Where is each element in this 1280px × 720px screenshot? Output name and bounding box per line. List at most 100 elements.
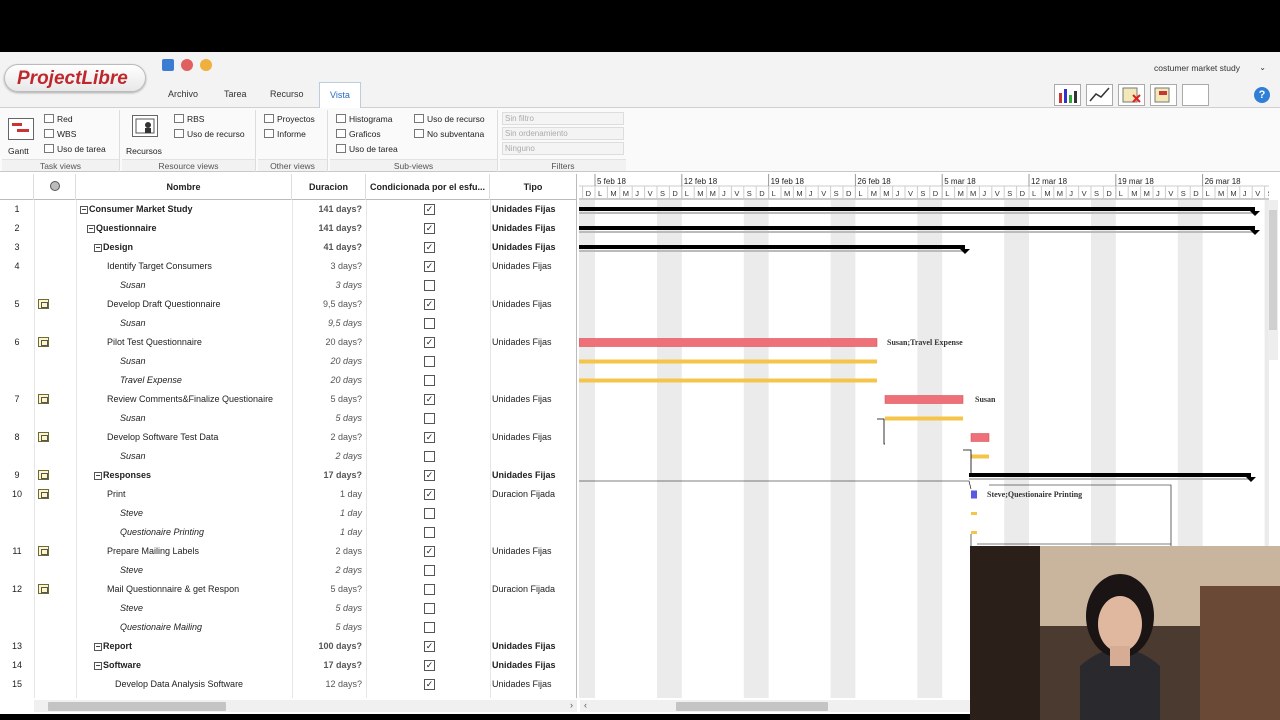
effort-driven-checkbox[interactable]	[424, 280, 435, 291]
row-type[interactable]: Unidades Fijas	[490, 428, 576, 447]
collapse-toggle-icon[interactable]: −	[94, 662, 102, 670]
tab-vista[interactable]: Vista	[319, 82, 361, 108]
effort-driven-column-header[interactable]: Condicionada por el esfu...	[366, 174, 490, 200]
row-duration[interactable]: 9,5 days?	[292, 295, 366, 314]
row-type[interactable]: Unidades Fijas	[490, 390, 576, 409]
redo-icon[interactable]	[200, 59, 212, 71]
vertical-scroll-thumb[interactable]	[1269, 210, 1277, 330]
effort-driven-checkbox[interactable]: ✓	[424, 432, 435, 443]
row-type[interactable]: Unidades Fijas	[490, 656, 576, 675]
row-type[interactable]	[490, 314, 576, 333]
tab-recurso[interactable]: Recurso	[260, 82, 314, 108]
row-duration[interactable]: 41 days?	[292, 238, 366, 257]
chart-view-icon[interactable]	[1086, 84, 1113, 106]
row-name[interactable]: Review Comments&Finalize Questionaire	[76, 390, 292, 409]
row-name[interactable]: Develop Data Analysis Software	[76, 675, 292, 694]
task-note-icon[interactable]	[38, 584, 49, 594]
task-note-icon[interactable]	[38, 546, 49, 556]
effort-driven-checkbox[interactable]: ✓	[424, 261, 435, 272]
row-duration[interactable]: 5 days?	[292, 390, 366, 409]
row-name[interactable]: Steve	[76, 504, 292, 523]
row-duration[interactable]: 2 days?	[292, 428, 366, 447]
projects-view-button[interactable]: Proyectos	[264, 113, 315, 126]
effort-driven-checkbox[interactable]: ✓	[424, 242, 435, 253]
blank-view-icon[interactable]	[1182, 84, 1209, 106]
effort-driven-checkbox[interactable]: ✓	[424, 394, 435, 405]
effort-driven-checkbox[interactable]: ✓	[424, 641, 435, 652]
row-name[interactable]: Questionaire Printing	[76, 523, 292, 542]
row-type[interactable]	[490, 599, 576, 618]
histogram-subview-button[interactable]: Histograma	[336, 113, 392, 126]
gantt-scroll-left-arrow[interactable]: ‹	[584, 700, 587, 710]
row-duration[interactable]: 17 days?	[292, 466, 366, 485]
effort-driven-checkbox[interactable]: ✓	[424, 223, 435, 234]
group-select[interactable]: Ninguno	[502, 142, 624, 155]
histogram-view-icon[interactable]	[1054, 84, 1081, 106]
row-type[interactable]: Unidades Fijas	[490, 466, 576, 485]
gantt-scroll-thumb[interactable]	[676, 702, 828, 711]
indicators-column-header[interactable]	[34, 174, 76, 200]
row-type[interactable]: Duracion Fijada	[490, 485, 576, 504]
row-duration[interactable]: 2 days	[292, 447, 366, 466]
wbs-view-button[interactable]: WBS	[44, 128, 76, 141]
type-column-header[interactable]: Tipo	[490, 174, 576, 200]
task-note-icon[interactable]	[38, 299, 49, 309]
effort-driven-checkbox[interactable]: ✓	[424, 660, 435, 671]
row-type[interactable]: Unidades Fijas	[490, 333, 576, 352]
collapse-toggle-icon[interactable]: −	[87, 225, 95, 233]
row-duration[interactable]: 5 days	[292, 599, 366, 618]
row-name[interactable]: Questionaire Mailing	[76, 618, 292, 637]
vertical-scrollbar[interactable]	[1268, 200, 1278, 360]
row-duration[interactable]: 5 days	[292, 618, 366, 637]
row-type[interactable]: Unidades Fijas	[490, 542, 576, 561]
row-type[interactable]: Unidades Fijas	[490, 257, 576, 276]
row-type[interactable]: Duracion Fijada	[490, 580, 576, 599]
task-note-icon[interactable]	[38, 470, 49, 480]
row-name[interactable]: Susan	[76, 447, 292, 466]
row-name[interactable]: Pilot Test Questionnaire	[76, 333, 292, 352]
table-scroll-thumb[interactable]	[48, 702, 226, 711]
effort-driven-checkbox[interactable]: ✓	[424, 679, 435, 690]
row-type[interactable]: Unidades Fijas	[490, 675, 576, 694]
row-duration[interactable]: 1 day	[292, 485, 366, 504]
row-name[interactable]: Susan	[76, 314, 292, 333]
row-type[interactable]: Unidades Fijas	[490, 295, 576, 314]
effort-driven-checkbox[interactable]: ✓	[424, 337, 435, 348]
effort-driven-checkbox[interactable]	[424, 356, 435, 367]
save-icon[interactable]	[162, 59, 174, 71]
row-name[interactable]: − Questionnaire	[76, 219, 292, 238]
effort-driven-checkbox[interactable]: ✓	[424, 489, 435, 500]
row-name[interactable]: − Software	[76, 656, 292, 675]
resources-icon[interactable]	[132, 115, 158, 137]
task-note-icon[interactable]	[38, 489, 49, 499]
collapse-toggle-icon[interactable]: −	[94, 643, 102, 651]
filter-select[interactable]: Sin filtro	[502, 112, 624, 125]
effort-driven-checkbox[interactable]	[424, 584, 435, 595]
row-name[interactable]: Susan	[76, 276, 292, 295]
row-name[interactable]: Develop Draft Questionnaire	[76, 295, 292, 314]
name-column-header[interactable]: Nombre	[76, 174, 292, 200]
row-type[interactable]	[490, 409, 576, 428]
row-name[interactable]: − Consumer Market Study	[76, 200, 292, 219]
row-type[interactable]: Unidades Fijas	[490, 637, 576, 656]
resources-button[interactable]: Recursos	[126, 145, 162, 158]
row-type[interactable]	[490, 371, 576, 390]
row-type[interactable]	[490, 618, 576, 637]
row-name[interactable]: Susan	[76, 352, 292, 371]
help-icon[interactable]: ?	[1254, 87, 1270, 103]
row-type[interactable]: Unidades Fijas	[490, 200, 576, 219]
effort-driven-checkbox[interactable]	[424, 318, 435, 329]
row-duration[interactable]: 20 days	[292, 352, 366, 371]
report-view-button[interactable]: Informe	[264, 128, 306, 141]
row-duration[interactable]: 5 days	[292, 409, 366, 428]
effort-driven-checkbox[interactable]: ✓	[424, 204, 435, 215]
rbs-view-button[interactable]: RBS	[174, 113, 204, 126]
row-duration[interactable]: 141 days?	[292, 219, 366, 238]
row-duration[interactable]: 9,5 days	[292, 314, 366, 333]
effort-driven-checkbox[interactable]	[424, 451, 435, 462]
row-name[interactable]: Mail Questionnaire & get Respon	[76, 580, 292, 599]
tab-tarea[interactable]: Tarea	[214, 82, 257, 108]
row-type[interactable]	[490, 504, 576, 523]
row-type[interactable]	[490, 447, 576, 466]
row-duration[interactable]: 1 day	[292, 523, 366, 542]
